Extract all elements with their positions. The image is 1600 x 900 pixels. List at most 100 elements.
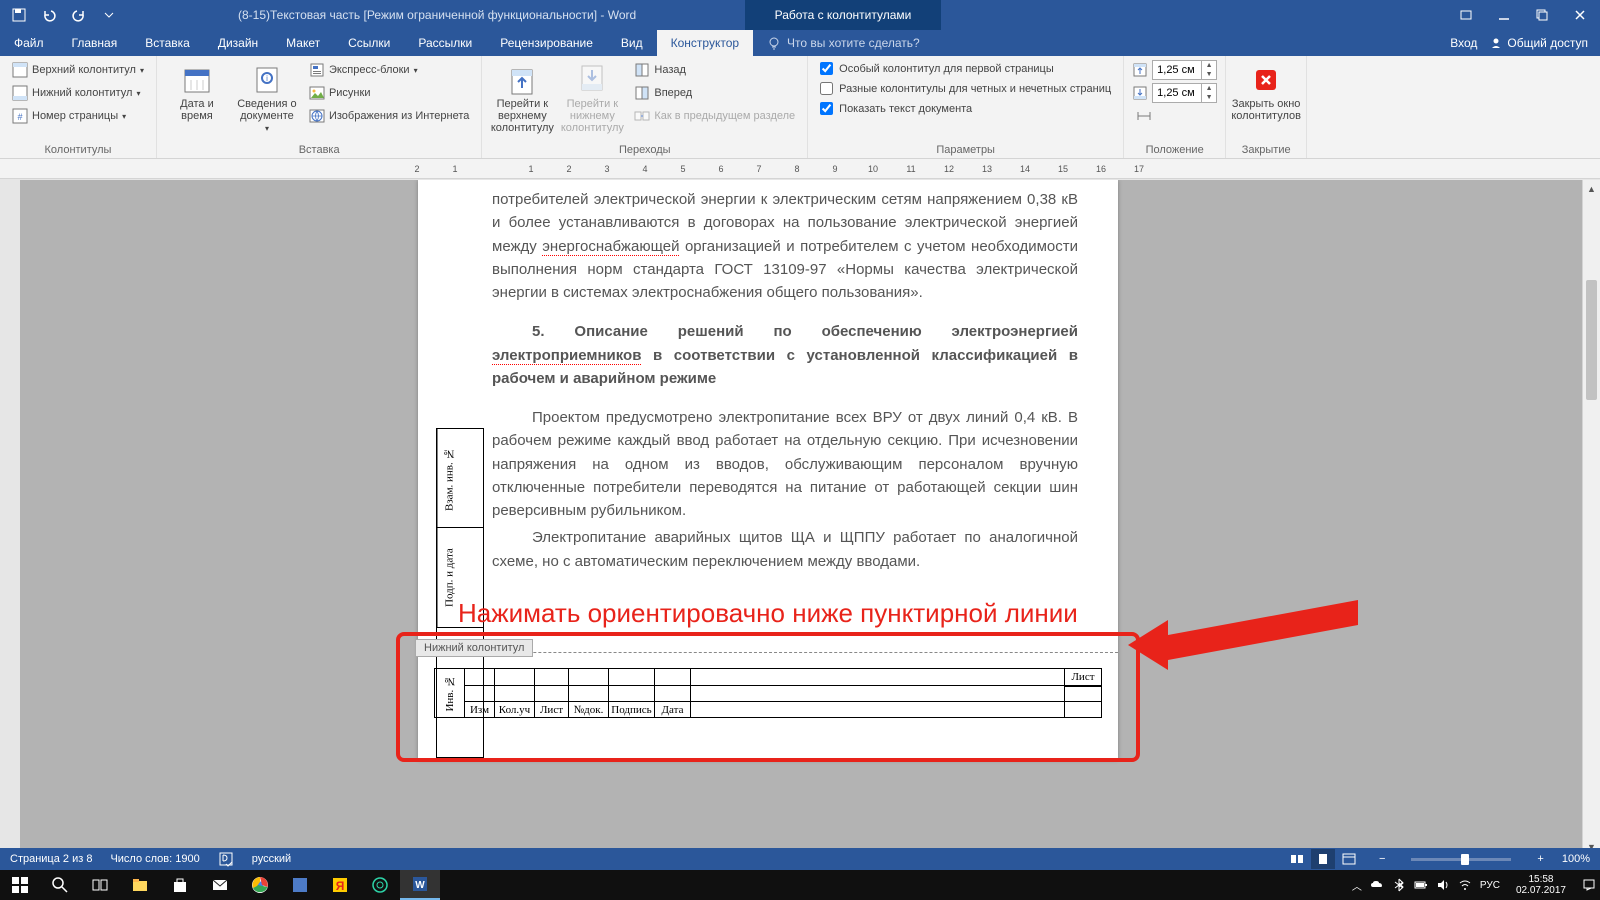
footer-from-bottom: ▲▼ <box>1132 83 1217 103</box>
task-view-icon[interactable] <box>80 870 120 900</box>
page-number-button[interactable]: #Номер страницы ▾ <box>8 106 148 126</box>
zoom-slider[interactable] <box>1411 858 1511 861</box>
tab-design[interactable]: Дизайн <box>204 30 272 56</box>
print-layout-icon[interactable] <box>1311 849 1335 869</box>
share-icon <box>1489 36 1503 50</box>
ribbon-options-icon[interactable] <box>1448 0 1484 30</box>
volume-icon[interactable] <box>1436 878 1450 892</box>
read-mode-icon[interactable] <box>1285 849 1309 869</box>
tab-layout[interactable]: Макет <box>272 30 334 56</box>
undo-icon[interactable] <box>36 2 62 28</box>
show-doc-checkbox[interactable]: Показать текст документа <box>816 100 1115 117</box>
page-indicator[interactable]: Страница 2 из 8 <box>10 853 92 865</box>
app-icon-2[interactable] <box>360 870 400 900</box>
store-icon[interactable] <box>160 870 200 900</box>
datetime-button[interactable]: Дата и время <box>165 60 229 122</box>
search-icon[interactable] <box>40 870 80 900</box>
tab-insert[interactable]: Вставка <box>131 30 204 56</box>
mail-icon[interactable] <box>200 870 240 900</box>
start-button[interactable] <box>0 870 40 900</box>
group-close: Закрыть окно колонтитулов Закрытие <box>1226 56 1307 158</box>
tab-mailings[interactable]: Рассылки <box>404 30 486 56</box>
window-title: (8-15)Текстовая часть [Режим ограниченно… <box>128 8 745 22</box>
spin-down[interactable]: ▼ <box>1202 93 1216 102</box>
word-count[interactable]: Число слов: 1900 <box>110 853 199 865</box>
language-indicator[interactable]: русский <box>252 853 291 865</box>
chrome-icon[interactable] <box>240 870 280 900</box>
web-layout-icon[interactable] <box>1337 849 1361 869</box>
minimize-icon[interactable] <box>1486 0 1522 30</box>
group-options: Особый колонтитул для первой страницы Ра… <box>808 56 1124 158</box>
footer-tag: Нижний колонтитул <box>415 639 533 657</box>
group-header-footer: Верхний колонтитул ▾ Нижний колонтитул ▾… <box>0 56 157 158</box>
close-icon[interactable] <box>1562 0 1598 30</box>
footer-button[interactable]: Нижний колонтитул ▾ <box>8 83 148 103</box>
docinfo-button[interactable]: iСведения о документе▾ <box>235 60 299 133</box>
tab-references[interactable]: Ссылки <box>334 30 404 56</box>
word-icon[interactable]: W <box>400 870 440 900</box>
redo-icon[interactable] <box>66 2 92 28</box>
zoom-level[interactable]: 100% <box>1562 853 1590 865</box>
scroll-thumb[interactable] <box>1586 280 1597 400</box>
spellcheck-icon[interactable] <box>218 851 234 867</box>
scroll-up-icon[interactable]: ▲ <box>1583 180 1600 198</box>
keyboard-language[interactable]: РУС <box>1480 880 1500 891</box>
battery-icon[interactable] <box>1414 878 1428 892</box>
tab-home[interactable]: Главная <box>58 30 132 56</box>
quickparts-button[interactable]: Экспресс-блоки ▾ <box>305 60 473 80</box>
header-button[interactable]: Верхний колонтитул ▾ <box>8 60 148 80</box>
tab-view[interactable]: Вид <box>607 30 657 56</box>
save-icon[interactable] <box>6 2 32 28</box>
tab-constructor[interactable]: Конструктор <box>657 30 753 56</box>
system-tray: ︿ РУС 15:58 02.07.2017 <box>1348 874 1600 896</box>
window-controls <box>1448 0 1600 30</box>
clock[interactable]: 15:58 02.07.2017 <box>1508 874 1574 896</box>
bluetooth-icon[interactable] <box>1392 878 1406 892</box>
pictures-button[interactable]: Рисунки <box>305 83 473 103</box>
share-button[interactable]: Общий доступ <box>1489 36 1588 50</box>
vertical-scrollbar[interactable]: ▲ ▼ <box>1582 180 1600 856</box>
goto-header-button[interactable]: Перейти к верхнему колонтитулу <box>490 60 554 134</box>
notifications-icon[interactable] <box>1582 878 1596 892</box>
group-label-hf: Колонтитулы <box>8 142 148 158</box>
group-label-nav: Переходы <box>490 142 799 158</box>
yandex-icon[interactable]: Я <box>320 870 360 900</box>
app-icon-1[interactable] <box>280 870 320 900</box>
signin-link[interactable]: Вход <box>1450 36 1477 50</box>
insert-align-tab-button[interactable] <box>1132 106 1217 126</box>
spin-up[interactable]: ▲ <box>1202 84 1216 93</box>
tray-expand-icon[interactable]: ︿ <box>1352 878 1362 893</box>
spin-down[interactable]: ▼ <box>1202 70 1216 79</box>
horizontal-ruler[interactable]: 211234567891011121314151617 <box>0 159 1600 179</box>
tell-me-search[interactable]: Что вы хотите сделать? <box>753 30 934 56</box>
group-label-pos: Положение <box>1132 142 1217 158</box>
first-page-checkbox[interactable]: Особый колонтитул для первой страницы <box>816 60 1115 77</box>
zoom-out-icon[interactable]: − <box>1379 853 1385 865</box>
maximize-icon[interactable] <box>1524 0 1560 30</box>
lightbulb-icon <box>767 36 781 50</box>
zoom-in-icon[interactable]: + <box>1537 853 1543 865</box>
title-block-stamp[interactable]: Инв. № Лист ИзмКол.учЛист№док.ПодписьДат… <box>434 668 1102 718</box>
link-previous-button[interactable]: Как в предыдущем разделе <box>630 106 799 126</box>
onedrive-icon[interactable] <box>1370 878 1384 892</box>
document-area[interactable]: 1413121110987654321 Взам. инв. № Подп. и… <box>20 180 1582 856</box>
wifi-icon[interactable] <box>1458 878 1472 892</box>
zoom-thumb[interactable] <box>1461 854 1469 865</box>
header-from-top: ▲▼ <box>1132 60 1217 80</box>
header-position-icon <box>1132 62 1148 78</box>
header-top-input[interactable] <box>1153 61 1201 79</box>
qat-dropdown-icon[interactable] <box>96 2 122 28</box>
nav-forward-button[interactable]: Вперед <box>630 83 799 103</box>
online-pictures-button[interactable]: Изображения из Интернета <box>305 106 473 126</box>
ribbon: Верхний колонтитул ▾ Нижний колонтитул ▾… <box>0 56 1600 159</box>
nav-back-button[interactable]: Назад <box>630 60 799 80</box>
footer-bottom-input[interactable] <box>1153 84 1201 102</box>
odd-even-checkbox[interactable]: Разные колонтитулы для четных и нечетных… <box>816 80 1115 97</box>
file-explorer-icon[interactable] <box>120 870 160 900</box>
tab-review[interactable]: Рецензирование <box>486 30 607 56</box>
spin-up[interactable]: ▲ <box>1202 61 1216 70</box>
close-header-footer-button[interactable]: Закрыть окно колонтитулов <box>1234 60 1298 122</box>
svg-text:W: W <box>415 880 425 891</box>
group-navigation: Перейти к верхнему колонтитулу Перейти к… <box>482 56 808 158</box>
tab-file[interactable]: Файл <box>0 30 58 56</box>
